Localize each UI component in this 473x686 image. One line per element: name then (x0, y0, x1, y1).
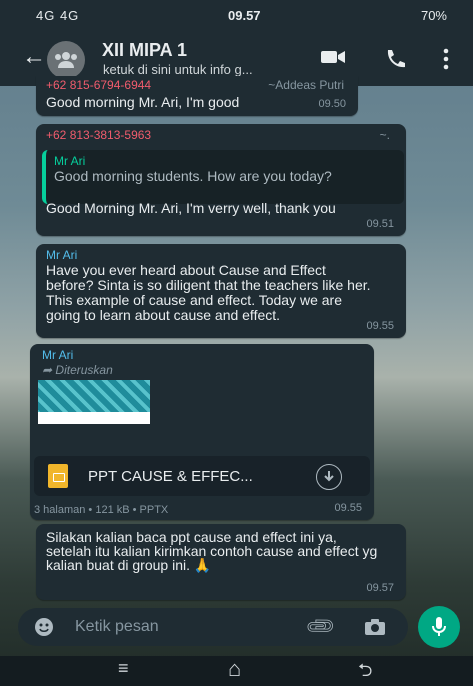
mic-button[interactable] (418, 606, 460, 648)
sender-phone: +62 813-3813-5963 (46, 128, 152, 142)
download-icon[interactable] (316, 464, 342, 490)
forwarded-label: ➦ Diteruskan (42, 363, 113, 377)
back-arrow-icon[interactable]: ← (22, 43, 46, 71)
message-time: 09.55 (366, 320, 394, 332)
sender-name: Mr Ari (46, 248, 78, 262)
sender-phone: +62 815-6794-6944 (46, 78, 152, 92)
sender-name: ~. (379, 128, 390, 142)
emoji-icon[interactable] (34, 617, 54, 637)
battery-level: 70% (420, 8, 447, 23)
sender-name: ~Addeas Putri (268, 78, 344, 92)
camera-icon[interactable] (364, 618, 386, 636)
quoted-message[interactable]: Mr Ari Good morning students. How are yo… (42, 150, 404, 204)
phone-call-icon[interactable] (384, 48, 406, 70)
network-indicator: 4G 4G (36, 8, 80, 23)
message-input-bar[interactable]: Ketik pesan 📎︎ (18, 608, 408, 646)
more-icon[interactable] (443, 48, 449, 70)
document-icon (48, 464, 68, 488)
back-nav-icon[interactable]: ⮌ (358, 658, 372, 686)
message-text: Silakan kalian baca ppt cause and effect… (46, 529, 378, 573)
document-card[interactable]: PPT CAUSE & EFFEC... (34, 456, 370, 496)
quote-sender: Mr Ari (54, 154, 86, 168)
document-name: PPT CAUSE & EFFEC... (88, 468, 253, 485)
document-message[interactable]: Mr Ari ➦ Diteruskan PPT CAUSE & EFFEC...… (30, 344, 374, 520)
message-text: Good Morning Mr. Ari, I'm verry well, th… (46, 200, 336, 216)
video-call-icon[interactable] (320, 48, 346, 66)
attach-icon[interactable]: 📎︎ (303, 609, 339, 645)
message-time: 09.57 (366, 582, 394, 594)
message-bubble[interactable]: Silakan kalian baca ppt cause and effect… (36, 524, 406, 600)
message-bubble[interactable]: +62 813-3813-5963 ~. Mr Ari Good morning… (36, 124, 406, 236)
document-meta: 3 halaman • 121 kB • PPTX (34, 504, 169, 516)
forward-icon: ➦ (42, 363, 53, 377)
group-avatar-icon[interactable] (47, 41, 85, 79)
document-thumbnail[interactable] (38, 380, 150, 424)
message-time: 09.51 (366, 218, 394, 230)
chat-title[interactable]: XII MIPA 1 (102, 40, 187, 61)
message-text: Have you ever heard about Cause and Effe… (46, 262, 371, 323)
menu-nav-icon[interactable]: ≡ (118, 658, 129, 679)
mic-icon (432, 617, 446, 636)
status-bar: 4G 4G 09.57 70% (0, 0, 473, 32)
message-bubble[interactable]: Mr Ari Have you ever heard about Cause a… (36, 244, 406, 338)
status-time: 09.57 (228, 8, 261, 23)
sender-name: Mr Ari (42, 348, 74, 362)
chat-subtitle[interactable]: ketuk di sini untuk info g... (103, 62, 253, 77)
message-time: 09.55 (334, 502, 362, 514)
message-input[interactable]: Ketik pesan (75, 618, 159, 636)
whatsapp-chat-screen: 4G 4G 09.57 70% ← XII MIPA 1 ketuk di si… (0, 0, 473, 686)
home-nav-icon[interactable]: ⌂ (228, 656, 241, 682)
message-time: 09.50 (318, 98, 346, 110)
quote-text: Good morning students. How are you today… (54, 168, 332, 184)
message-bubble[interactable]: +62 815-6794-6944 ~Addeas Putri Good mor… (36, 76, 358, 116)
forwarded-text: Diteruskan (55, 363, 113, 377)
message-text: Good morning Mr. Ari, I'm good (46, 94, 240, 110)
system-nav-bar: ≡ ⌂ ⮌ (0, 656, 473, 686)
